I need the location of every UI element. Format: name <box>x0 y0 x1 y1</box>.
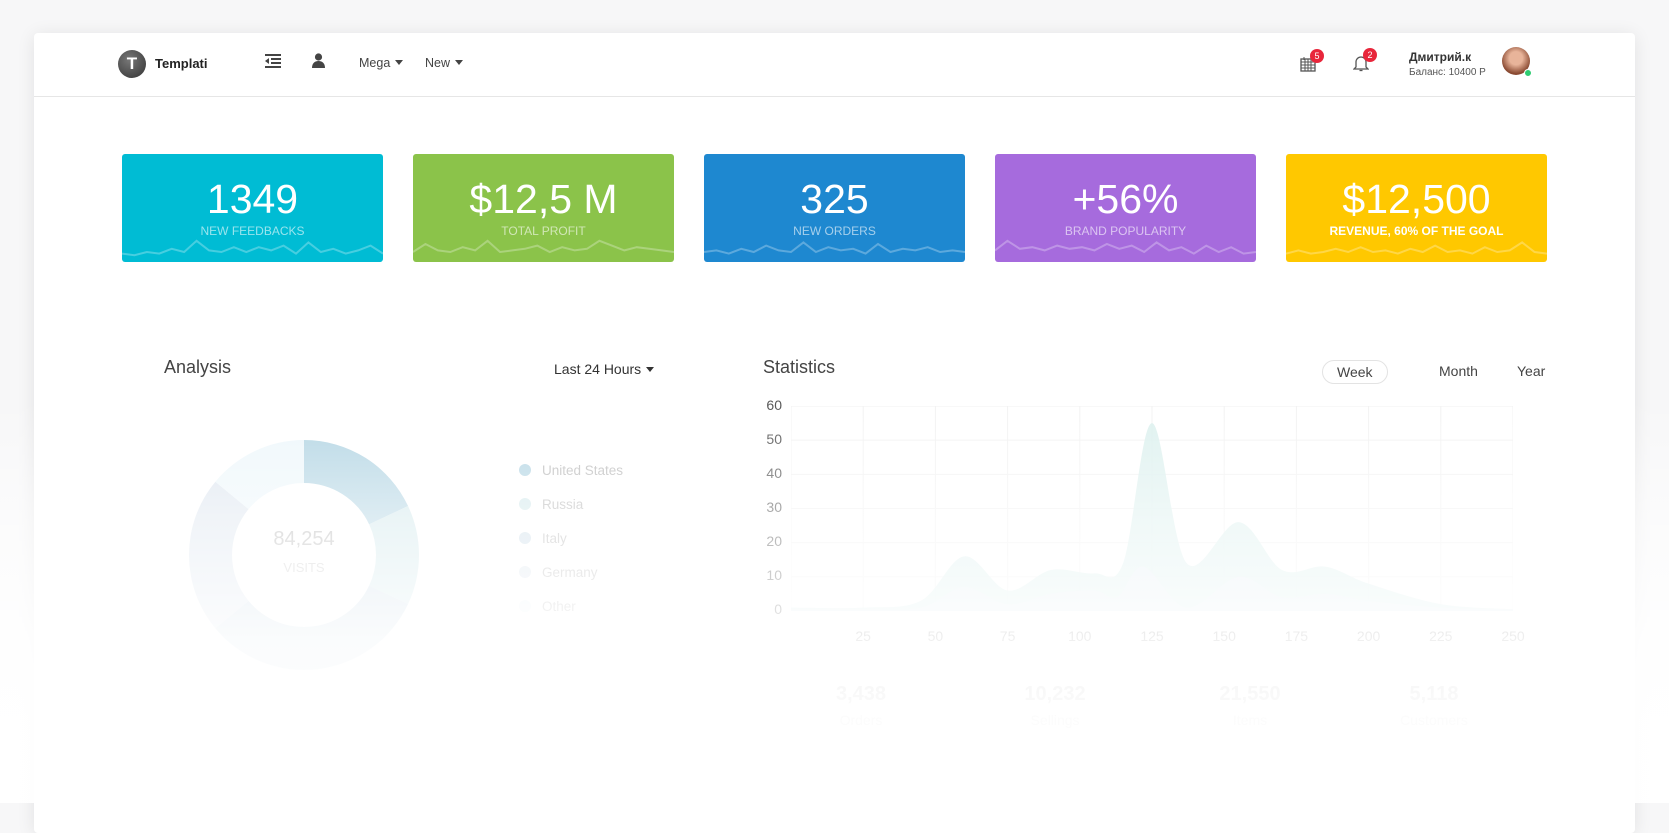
online-status-dot <box>1524 69 1532 77</box>
legend-dot <box>519 600 531 612</box>
y-tick-label: 50 <box>766 431 782 447</box>
brand-name[interactable]: Templati <box>155 56 208 71</box>
donut-center-value: 84,254 <box>273 528 335 550</box>
y-tick-label: 0 <box>774 601 782 617</box>
legend-item[interactable]: United States <box>519 463 623 478</box>
dashboard-card: T Templati Mega New 5 2 Дмитрий.к Баланс… <box>34 33 1635 833</box>
legend-dot <box>519 464 531 476</box>
x-tick-label: 75 <box>999 628 1016 644</box>
summary-stat: 21,550 Items <box>1170 683 1330 728</box>
legend-dot <box>519 498 531 510</box>
y-tick-label: 30 <box>766 499 782 515</box>
stat-card[interactable]: +56% Brand popularity <box>995 154 1256 262</box>
user-icon[interactable] <box>312 53 325 68</box>
summary-label: Customers <box>1400 712 1468 728</box>
nav-new-label: New <box>425 56 451 70</box>
sparkline <box>413 239 674 254</box>
sparkline-line <box>413 239 674 254</box>
x-tick-label: 50 <box>927 628 944 644</box>
x-tick-label: 150 <box>1212 628 1236 644</box>
donut-center-label: VISITS <box>283 560 325 575</box>
x-tick-label: 225 <box>1429 628 1453 644</box>
legend-label: Russia <box>542 497 584 512</box>
x-tick-label: 25 <box>855 628 871 644</box>
chevron-down-icon <box>455 60 464 65</box>
legend-label: Other <box>542 599 576 614</box>
calendar-button[interactable]: 5 <box>1300 49 1324 72</box>
y-tick-label: 20 <box>766 533 782 549</box>
y-tick-label: 10 <box>766 567 782 583</box>
sparkline-line <box>704 241 965 255</box>
legend-label: United States <box>542 463 624 478</box>
legend-label: Germany <box>542 565 598 580</box>
statistics-area-chart <box>791 406 1513 611</box>
sparkline-line <box>1286 241 1547 255</box>
stat-value: $12,5 M <box>469 176 618 222</box>
sparkline <box>704 241 965 255</box>
legend-dot <box>519 566 531 578</box>
nav-mega-label: Mega <box>359 56 391 70</box>
analysis-title: Analysis <box>164 357 232 377</box>
summary-value: 21,550 <box>1219 683 1281 705</box>
stat-value: 325 <box>800 176 869 222</box>
stat-value: $12,500 <box>1342 176 1491 222</box>
legend-item[interactable]: Italy <box>519 531 567 546</box>
x-tick-label: 250 <box>1501 628 1525 644</box>
sparkline-line <box>122 239 383 257</box>
stat-card[interactable]: $12,500 Revenue, 60% of the goal <box>1286 154 1547 262</box>
stat-value: 1349 <box>206 176 299 222</box>
summary-value: 3,438 <box>835 683 887 705</box>
sparkline <box>1286 241 1547 255</box>
stat-card[interactable]: 325 New orders <box>704 154 965 262</box>
tab-year[interactable]: Year <box>1503 360 1559 384</box>
summary-stat: 3,438 Orders <box>781 683 941 728</box>
x-tick-label: 200 <box>1356 628 1381 644</box>
menu-indent-icon[interactable] <box>265 54 281 68</box>
chevron-down-icon <box>646 367 655 372</box>
nav-mega[interactable]: Mega <box>359 56 404 70</box>
chevron-down-icon <box>395 60 404 65</box>
y-tick-label: 40 <box>766 465 782 481</box>
sparkline-line <box>995 239 1256 255</box>
legend-item[interactable]: Other <box>519 599 576 614</box>
calendar-badge: 5 <box>1310 49 1324 63</box>
summary-value: 5,118 <box>1409 683 1459 705</box>
donut-slice[interactable] <box>304 440 409 525</box>
statistics-title: Statistics <box>763 357 836 377</box>
user-balance: Баланс: 10400 Р <box>1409 67 1486 78</box>
summary-value: 10,232 <box>1024 683 1086 705</box>
x-tick-label: 100 <box>1068 628 1092 644</box>
legend-item[interactable]: Germany <box>519 565 598 580</box>
stat-card[interactable]: $12,5 M Total profit <box>413 154 674 262</box>
range-label: Last 24 Hours <box>554 361 642 377</box>
donut-slice[interactable] <box>189 481 249 629</box>
notifications-button[interactable]: 2 <box>1352 48 1377 72</box>
tab-month[interactable]: Month <box>1425 360 1492 384</box>
legend-dot <box>519 532 531 544</box>
y-tick-label: 60 <box>766 397 782 413</box>
range-dropdown[interactable]: Last 24 Hours <box>554 361 655 377</box>
logo[interactable]: T <box>118 50 146 78</box>
sparkline <box>122 239 383 257</box>
nav-new[interactable]: New <box>425 56 464 70</box>
visits-donut-chart <box>189 440 419 670</box>
notifications-badge: 2 <box>1363 48 1377 62</box>
legend-label: Italy <box>542 531 567 546</box>
sparkline <box>995 239 1256 255</box>
user-name[interactable]: Дмитрий.к <box>1409 50 1471 64</box>
summary-label: Items <box>1232 712 1268 728</box>
top-header: T Templati Mega New 5 2 Дмитрий.к Баланс… <box>34 33 1635 97</box>
tab-week[interactable]: Week <box>1322 360 1388 384</box>
summary-label: Sellings <box>1030 712 1080 728</box>
stat-card[interactable]: 1349 New feedbacks <box>122 154 383 262</box>
summary-stat: 5,118 Customers <box>1354 683 1514 728</box>
summary-stat: 10,232 Sellings <box>975 683 1135 728</box>
legend-item[interactable]: Russia <box>519 497 583 512</box>
stat-value: +56% <box>1072 176 1179 222</box>
summary-label: Orders <box>839 712 883 728</box>
x-tick-label: 175 <box>1284 628 1309 644</box>
x-tick-label: 125 <box>1140 628 1164 644</box>
